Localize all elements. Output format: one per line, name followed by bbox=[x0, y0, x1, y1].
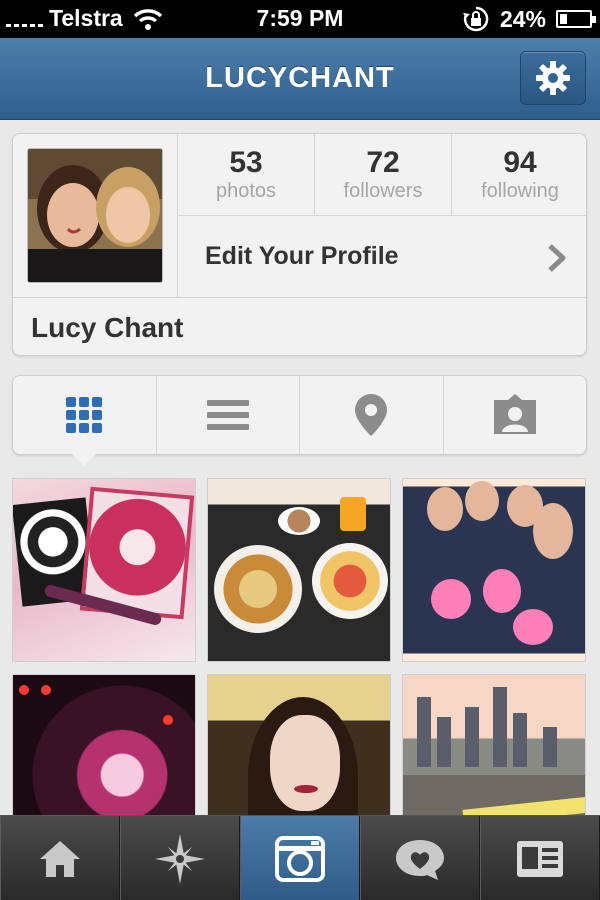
tab-camera[interactable] bbox=[240, 816, 360, 900]
page-title: LUCYCHANT bbox=[205, 62, 395, 94]
view-mode-tabs bbox=[12, 375, 587, 455]
edit-profile-label: Edit Your Profile bbox=[205, 242, 399, 270]
battery-icon bbox=[556, 10, 596, 28]
avatar-photo bbox=[28, 149, 162, 282]
profile-full-name: Lucy Chant bbox=[31, 312, 184, 343]
chevron-right-icon bbox=[548, 244, 566, 272]
tab-news[interactable] bbox=[360, 816, 480, 900]
stat-following[interactable]: 94 following bbox=[452, 134, 586, 215]
battery-level bbox=[560, 14, 567, 24]
tab-home[interactable] bbox=[0, 816, 120, 900]
tab-grid-view[interactable] bbox=[13, 376, 157, 454]
settings-button[interactable] bbox=[520, 51, 586, 105]
camera-icon bbox=[275, 835, 325, 882]
map-pin-icon bbox=[355, 394, 388, 436]
photo-thumbnail[interactable] bbox=[12, 478, 196, 662]
profile-name-row: Lucy Chant bbox=[13, 297, 586, 355]
tagged-photos-icon bbox=[493, 394, 536, 434]
photo-thumbnail[interactable] bbox=[402, 478, 586, 662]
edit-profile-button[interactable]: Edit Your Profile bbox=[178, 216, 586, 297]
profile-card: 53 photos 72 followers 94 following Edit… bbox=[12, 133, 587, 356]
home-icon bbox=[40, 840, 80, 877]
nav-header: LUCYCHANT bbox=[0, 38, 600, 120]
photo-grid bbox=[12, 478, 588, 858]
avatar-cell bbox=[13, 134, 178, 297]
tab-map-view[interactable] bbox=[300, 376, 444, 454]
tab-explore[interactable] bbox=[120, 816, 240, 900]
gear-icon bbox=[536, 61, 570, 95]
profile-stats: 53 photos 72 followers 94 following bbox=[178, 134, 586, 216]
explore-icon bbox=[155, 833, 205, 884]
tab-tagged-photos[interactable] bbox=[444, 376, 587, 454]
photo-thumbnail[interactable] bbox=[207, 478, 391, 662]
stat-followers[interactable]: 72 followers bbox=[315, 134, 452, 215]
stat-number: 72 bbox=[366, 146, 400, 179]
stat-label: photos bbox=[215, 180, 277, 202]
stat-number: 94 bbox=[503, 146, 537, 179]
rotation-lock-icon bbox=[462, 6, 489, 32]
stat-label: following bbox=[481, 180, 559, 202]
grid-view-icon bbox=[66, 397, 103, 433]
battery-percent: 24% bbox=[499, 5, 546, 32]
status-bar: Telstra 7:59 PM 24% bbox=[0, 0, 600, 38]
tab-list-view[interactable] bbox=[157, 376, 300, 454]
bottom-tab-bar bbox=[0, 815, 600, 900]
avatar[interactable] bbox=[27, 148, 163, 283]
stat-photos[interactable]: 53 photos bbox=[178, 134, 315, 215]
profile-icon bbox=[517, 840, 563, 877]
list-view-icon bbox=[206, 400, 249, 430]
news-icon bbox=[396, 839, 444, 880]
tab-profile[interactable] bbox=[480, 816, 600, 900]
stat-label: followers bbox=[343, 180, 423, 202]
stat-number: 53 bbox=[229, 146, 263, 179]
active-tab-pointer bbox=[72, 454, 96, 466]
